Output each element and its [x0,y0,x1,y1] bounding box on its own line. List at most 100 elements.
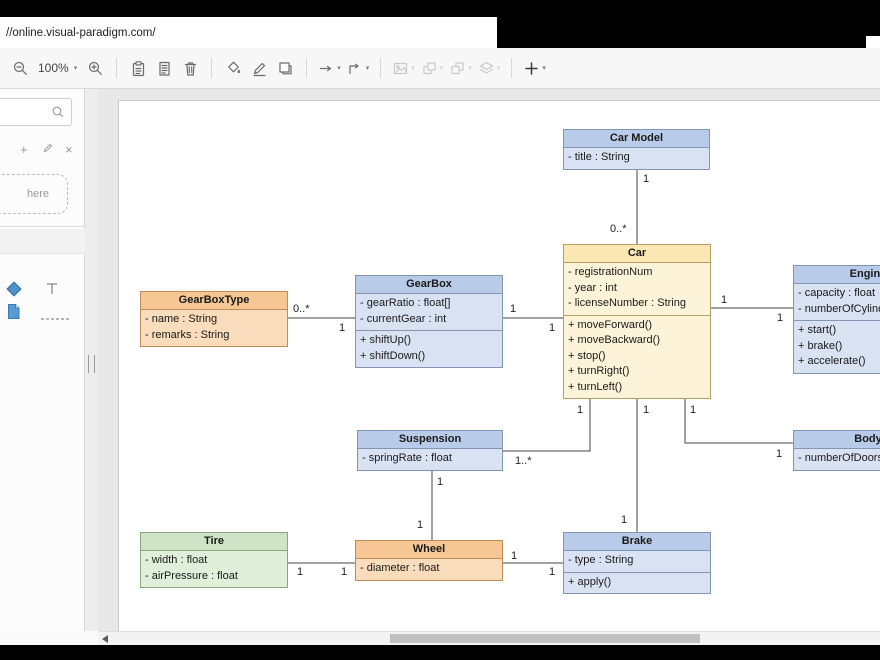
insert-image-button[interactable]: ▾ [390,55,417,81]
multiplicity-label[interactable]: 1 [577,404,583,416]
bring-forward-button[interactable]: ▾ [419,55,446,81]
class-method: + moveForward() [564,318,710,334]
copy-button[interactable] [152,55,176,81]
connector-icon [347,60,364,77]
zoom-level-select[interactable]: 100%▾ [34,55,81,81]
class-attribute: - currentGear : int [356,312,502,328]
class-name: Wheel [356,541,502,559]
class-method: + apply() [564,575,710,591]
multiplicity-label[interactable]: 1 [297,566,303,578]
multiplicity-label[interactable]: 1 [341,566,347,578]
file-icon [6,303,21,320]
class-attribute: - year : int [564,281,710,297]
fill-color-button[interactable] [221,55,245,81]
edit-shape-set-button[interactable] [42,142,54,156]
class-name: GearBox [356,276,502,294]
toolbar-separator [306,58,307,78]
palette-diamond-shape[interactable] [6,281,22,302]
class-name: Suspension [358,431,502,449]
panel-section-header[interactable] [0,229,85,254]
chevron-down-icon: ▾ [497,64,501,72]
horizontal-scrollbar-thumb[interactable] [390,634,700,643]
class-name: Body [794,431,880,449]
multiplicity-label[interactable]: 0..* [293,303,310,315]
class-suspension[interactable]: Suspension - springRate : float [357,430,503,471]
zoom-in-button[interactable] [83,55,107,81]
zoom-out-button[interactable] [8,55,32,81]
class-attribute: - registrationNum [564,265,710,281]
class-car-model[interactable]: Car Model- title : String [563,129,710,170]
multiplicity-label[interactable]: 1 [417,519,423,531]
multiplicity-label[interactable]: 0..* [610,223,627,235]
multiplicity-label[interactable]: 1 [777,312,783,324]
multiplicity-label[interactable]: 1 [643,404,649,416]
class-method: + shiftDown() [356,349,502,365]
shape-drop-zone[interactable]: here [0,174,68,214]
multiplicity-label[interactable]: 1 [721,294,727,306]
multiplicity-label[interactable]: 1 [511,550,517,562]
multiplicity-label[interactable]: 1 [776,448,782,460]
layers-button[interactable]: ▾ [476,55,503,81]
class-attribute: - springRate : float [358,451,502,467]
arrow-style-button[interactable]: ▾ [316,55,343,81]
scroll-left-arrow-icon[interactable] [102,635,108,643]
address-bar[interactable]: //online.visual-paradigm.com/ [0,17,497,48]
document-icon [156,60,173,77]
class-tire[interactable]: Tire- width : float- airPressure : float [140,532,288,588]
chevron-down-icon: ▾ [468,64,472,72]
shadow-icon [277,60,294,77]
line-color-button[interactable] [247,55,271,81]
paste-button[interactable] [126,55,150,81]
fill-color-icon [225,60,242,77]
shadow-button[interactable] [273,55,297,81]
class-attribute: - licenseNumber : String [564,296,710,312]
palette-dashed-line[interactable] [40,309,70,327]
chevron-down-icon: ▾ [542,64,546,72]
panel-splitter[interactable] [85,89,98,631]
class-engine[interactable]: Engine- capacity : float- numberOfCylind… [793,265,880,374]
class-wheel[interactable]: Wheel- diameter : float [355,540,503,581]
class-name: Car Model [564,130,709,148]
chevron-down-icon: ▾ [337,64,341,72]
class-gearbox[interactable]: GearBox- gearRatio : float[]- currentGea… [355,275,503,368]
class-attribute: - remarks : String [141,328,287,344]
palette-anchor-shape[interactable] [44,281,60,302]
toolbar-separator [511,58,512,78]
vertical-scrollbar-top [866,36,880,48]
arrow-icon [318,60,335,77]
search-icon [51,105,65,124]
class-car[interactable]: Car - registrationNum- year : int- licens… [563,244,711,399]
class-gearboxtype[interactable]: GearBoxType- name : String- remarks : St… [140,291,288,347]
drop-zone-hint: here [27,188,49,200]
class-method: + start() [794,323,880,339]
class-name: Engine [794,266,880,284]
delete-button[interactable] [178,55,202,81]
class-attribute: - numberOfDoors : int [794,451,880,467]
multiplicity-label[interactable]: 1 [437,476,443,488]
multiplicity-label[interactable]: 1 [621,514,627,526]
close-panel-button[interactable]: × [65,143,73,156]
class-method: + stop() [564,349,710,365]
search-input[interactable] [3,100,51,124]
multiplicity-label[interactable]: 1 [549,566,555,578]
multiplicity-label[interactable]: 1 [690,404,696,416]
multiplicity-label[interactable]: 1..* [515,455,532,467]
multiplicity-label[interactable]: 1 [510,303,516,315]
add-shape-set-button[interactable]: + [20,143,28,156]
class-name: Tire [141,533,287,551]
search-box[interactable] [0,98,72,126]
class-brake[interactable]: Brake- type : String+ apply() [563,532,711,594]
class-method: + moveBackward() [564,333,710,349]
horizontal-scrollbar[interactable] [98,631,880,645]
class-body[interactable]: Body - numberOfDoors : int [793,430,880,471]
multiplicity-label[interactable]: 1 [549,322,555,334]
send-backward-button[interactable]: ▾ [447,55,474,81]
connector-style-button[interactable]: ▾ [345,55,372,81]
class-name: Brake [564,533,710,551]
multiplicity-label[interactable]: 1 [339,322,345,334]
class-name: Car [564,245,710,263]
splitter-handle[interactable] [88,355,95,373]
palette-diagram-file[interactable] [6,303,21,325]
multiplicity-label[interactable]: 1 [643,173,649,185]
add-shape-button[interactable]: ▾ [521,55,548,81]
